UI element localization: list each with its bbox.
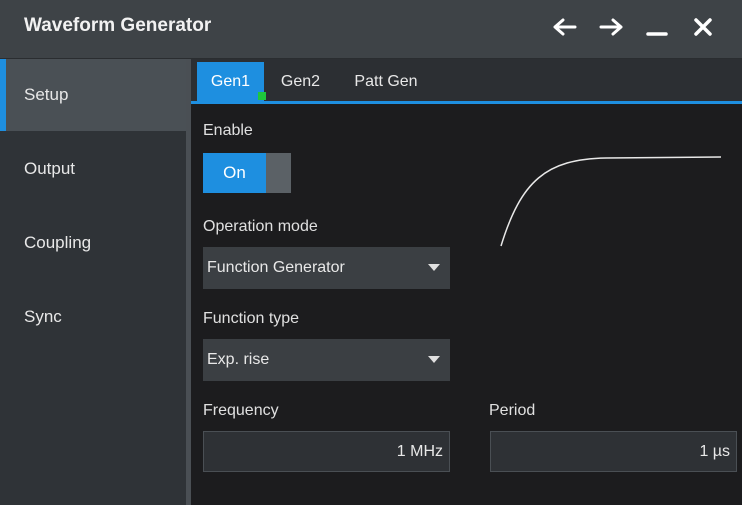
title-bar-controls <box>552 12 716 42</box>
sidebar-item-sync[interactable]: Sync <box>0 281 186 353</box>
function-type-label: Function type <box>203 310 300 327</box>
active-indicator-icon <box>258 92 266 100</box>
generator-tabs: Gen1 Gen2 Patt Gen <box>191 59 742 104</box>
sidebar-item-setup[interactable]: Setup <box>0 59 186 131</box>
period-value: 1 µs <box>699 442 730 460</box>
sidebar-item-label: Output <box>24 159 76 178</box>
window-title: Waveform Generator <box>24 15 212 36</box>
sidebar-item-label: Sync <box>24 307 62 326</box>
function-type-select[interactable]: Exp. rise <box>203 339 450 381</box>
tab-label: Gen1 <box>210 72 251 90</box>
close-icon[interactable] <box>690 12 716 42</box>
frequency-value: 1 MHz <box>396 442 443 460</box>
operation-mode-value: Function Generator <box>207 259 345 276</box>
back-arrow-icon[interactable] <box>552 12 578 42</box>
forward-arrow-icon[interactable] <box>598 12 624 42</box>
sidebar-item-coupling[interactable]: Coupling <box>0 207 186 279</box>
frequency-field[interactable]: 1 MHz <box>203 431 450 472</box>
minimize-icon[interactable] <box>644 12 670 42</box>
operation-mode-select[interactable]: Function Generator <box>203 247 450 289</box>
sidebar-item-output[interactable]: Output <box>0 133 186 205</box>
title-bar: Waveform Generator <box>0 0 742 59</box>
waveform-preview <box>500 156 722 247</box>
enable-label: Enable <box>203 122 253 139</box>
tab-label: Gen2 <box>280 72 321 90</box>
chevron-down-icon <box>428 356 440 363</box>
tab-gen2[interactable]: Gen2 <box>268 62 333 101</box>
tab-patt-gen[interactable]: Patt Gen <box>337 62 435 101</box>
sidebar-item-label: Setup <box>24 85 69 104</box>
sidebar-item-label: Coupling <box>24 233 92 252</box>
function-type-value: Exp. rise <box>207 351 270 368</box>
waveform-generator-window: Waveform Generator Setup Output Coupling <box>0 0 742 505</box>
enable-toggle[interactable]: On <box>203 153 291 193</box>
toggle-knob <box>266 153 291 193</box>
period-label: Period <box>489 402 536 419</box>
sidebar: Setup Output Coupling Sync <box>0 59 186 505</box>
setup-panel: Gen1 Gen2 Patt Gen Enable On Operation m… <box>191 59 742 505</box>
toggle-on-state: On <box>203 153 266 193</box>
tab-label: Patt Gen <box>354 72 418 90</box>
operation-mode-label: Operation mode <box>203 218 318 235</box>
period-field[interactable]: 1 µs <box>490 431 737 472</box>
frequency-label: Frequency <box>203 402 279 419</box>
tab-underline <box>191 101 742 104</box>
tab-gen1[interactable]: Gen1 <box>197 62 266 101</box>
exp-rise-curve <box>500 156 722 247</box>
chevron-down-icon <box>428 264 440 271</box>
